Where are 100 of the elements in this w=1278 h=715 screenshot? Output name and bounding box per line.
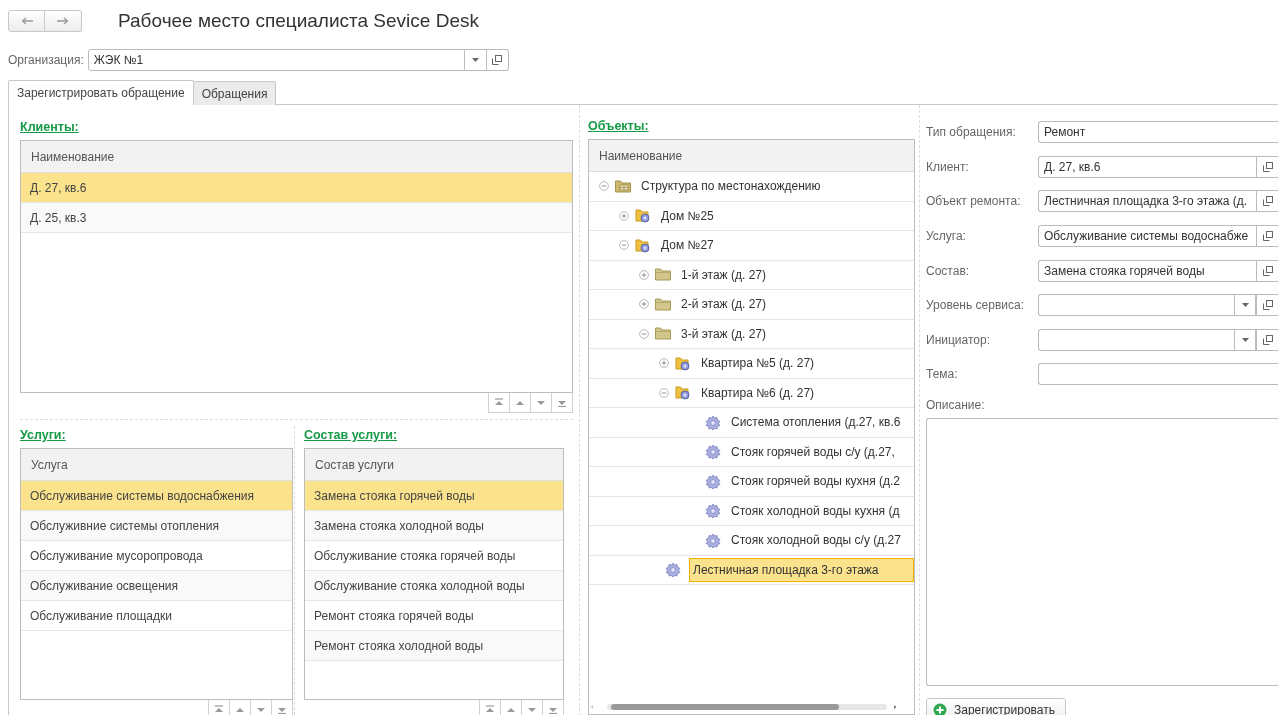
column-header: Наименование bbox=[589, 140, 914, 172]
service-row[interactable]: Обслуживание системы водоснабжения bbox=[21, 481, 292, 511]
folder-gear-icon bbox=[675, 385, 691, 401]
dropdown-button[interactable] bbox=[1234, 294, 1256, 317]
up-triangle-icon bbox=[235, 705, 245, 714]
service-item-row[interactable]: Обслуживание стояка холодной воды bbox=[305, 571, 563, 601]
organization-field[interactable]: ЖЭК №1 bbox=[87, 49, 465, 71]
service-row[interactable]: Обслуживание освещения bbox=[21, 571, 292, 601]
description-field[interactable] bbox=[926, 417, 1278, 686]
input-field[interactable] bbox=[1038, 363, 1278, 386]
arrow-left-icon bbox=[20, 17, 33, 25]
move-last-button[interactable] bbox=[551, 393, 573, 413]
open-button[interactable] bbox=[1256, 294, 1278, 317]
tree-item[interactable]: 1-й этаж (д. 27) bbox=[677, 262, 770, 287]
tree-toggle[interactable] bbox=[639, 299, 649, 310]
input-field[interactable]: Обслуживание системы водоснабже bbox=[1038, 225, 1256, 248]
input-field[interactable] bbox=[1038, 328, 1234, 351]
expand-icon bbox=[639, 299, 649, 310]
tab[interactable]: Обращения bbox=[192, 81, 277, 105]
plus-circle-icon bbox=[933, 702, 947, 715]
tree-item[interactable]: Стояк горячей воды кухня (д.2 bbox=[727, 469, 905, 494]
open-window-icon bbox=[1262, 300, 1273, 311]
up-triangle-icon bbox=[506, 705, 516, 714]
column-header: Услуга bbox=[21, 449, 292, 481]
section-link[interactable]: Услуги: bbox=[20, 427, 66, 443]
bar-down-arrow-icon bbox=[548, 705, 558, 714]
tree-item[interactable]: 3-й этаж (д. 27) bbox=[677, 321, 770, 346]
section-link[interactable]: Состав услуги: bbox=[304, 427, 398, 443]
tree-toggle[interactable] bbox=[619, 240, 629, 251]
section-link[interactable]: Объекты: bbox=[588, 118, 649, 134]
forward-button[interactable] bbox=[45, 10, 82, 32]
collapse-icon bbox=[639, 328, 649, 339]
input-field[interactable]: Д. 27, кв.6 bbox=[1038, 155, 1256, 178]
folder-gear-icon bbox=[635, 237, 651, 253]
section-link[interactable]: Клиенты: bbox=[20, 119, 79, 135]
open-button[interactable] bbox=[1256, 259, 1278, 282]
open-window-icon bbox=[492, 55, 503, 65]
open-button[interactable] bbox=[1256, 328, 1278, 351]
tree-item[interactable]: Дом №25 bbox=[657, 203, 718, 228]
column-header: Наименование bbox=[21, 141, 572, 173]
up-triangle-icon bbox=[515, 398, 525, 407]
bar-up-arrow-icon bbox=[494, 398, 504, 407]
input-field[interactable] bbox=[1038, 294, 1234, 317]
tree-toggle[interactable] bbox=[599, 181, 609, 192]
open-button[interactable] bbox=[1256, 190, 1278, 213]
back-button[interactable] bbox=[8, 10, 45, 32]
client-row[interactable]: Д. 27, кв.6 bbox=[21, 173, 572, 203]
tree-item[interactable]: 2-й этаж (д. 27) bbox=[677, 292, 770, 317]
field-label: Услуга: bbox=[926, 228, 967, 246]
field-label: Тема: bbox=[926, 366, 959, 384]
tree-toggle[interactable] bbox=[639, 328, 649, 339]
down-triangle-icon bbox=[527, 705, 537, 714]
service-item-row[interactable]: Замена стояка холодной воды bbox=[305, 511, 563, 541]
input-field[interactable]: Ремонт bbox=[1038, 121, 1278, 144]
open-window-icon bbox=[1262, 265, 1273, 276]
input-field[interactable]: Лестничная площадка 3-го этажа (д. bbox=[1038, 190, 1256, 213]
column-header: Состав услуги bbox=[305, 449, 563, 481]
caret-icon bbox=[471, 58, 479, 62]
open-window-icon bbox=[1262, 334, 1273, 345]
expand-icon bbox=[619, 210, 629, 221]
tree-toggle[interactable] bbox=[619, 210, 629, 221]
dropdown-button[interactable] bbox=[1234, 328, 1256, 351]
tree-item[interactable]: Квартира №6 (д. 27) bbox=[697, 380, 819, 405]
open-window-icon bbox=[1262, 161, 1273, 172]
tree-item[interactable]: Дом №27 bbox=[657, 233, 718, 258]
bar-up-arrow-icon bbox=[485, 705, 495, 714]
gear-icon bbox=[705, 414, 721, 430]
move-first-button[interactable] bbox=[488, 393, 510, 413]
folder-gear-icon bbox=[675, 355, 691, 371]
open-window-icon bbox=[1262, 196, 1273, 207]
open-button[interactable] bbox=[486, 49, 509, 71]
bar-down-arrow-icon bbox=[277, 705, 287, 714]
tree-item[interactable]: Система отопления (д.27, кв.6 bbox=[727, 410, 905, 435]
tree-toggle[interactable] bbox=[659, 387, 669, 398]
folder-icon bbox=[655, 296, 671, 312]
client-row[interactable]: Д. 25, кв.3 bbox=[21, 203, 572, 233]
gear-icon bbox=[705, 444, 721, 460]
open-button[interactable] bbox=[1256, 225, 1278, 248]
tab[interactable]: Зарегистрировать обращение bbox=[8, 80, 194, 105]
field-label: Тип обращения: bbox=[926, 124, 1017, 142]
open-button[interactable] bbox=[1256, 155, 1278, 178]
tree-item[interactable]: Стояк холодной воды с/у (д.27 bbox=[727, 528, 905, 553]
tree-item[interactable]: Стояк горячей воды с/у (д.27, bbox=[727, 439, 899, 464]
tree-item[interactable]: Лестничная площадка 3-го этажа bbox=[689, 557, 914, 582]
gear-icon bbox=[665, 562, 681, 578]
service-row[interactable]: Обслуживание площадки bbox=[21, 601, 292, 631]
service-item-row[interactable]: Замена стояка горячей воды bbox=[305, 481, 563, 511]
folder-icon bbox=[615, 178, 631, 194]
tree-item[interactable]: Стояк холодной воды кухня (д bbox=[727, 498, 904, 523]
collapse-icon bbox=[619, 240, 629, 251]
expand-icon bbox=[639, 269, 649, 280]
dropdown-button[interactable] bbox=[464, 49, 487, 71]
tree-toggle[interactable] bbox=[639, 269, 649, 280]
service-item-row[interactable]: Ремонт стояка холодной воды bbox=[305, 631, 563, 661]
tree-item[interactable]: Квартира №5 (д. 27) bbox=[697, 351, 819, 376]
input-field[interactable]: Замена стояка горячей воды bbox=[1038, 259, 1256, 282]
service-row[interactable]: Обслуживние системы отопления bbox=[21, 511, 292, 541]
tree-item[interactable]: Структура по местонахождению bbox=[637, 174, 825, 199]
field-label: Уровень сервиса: bbox=[926, 297, 1025, 315]
tree-toggle[interactable] bbox=[659, 358, 669, 369]
